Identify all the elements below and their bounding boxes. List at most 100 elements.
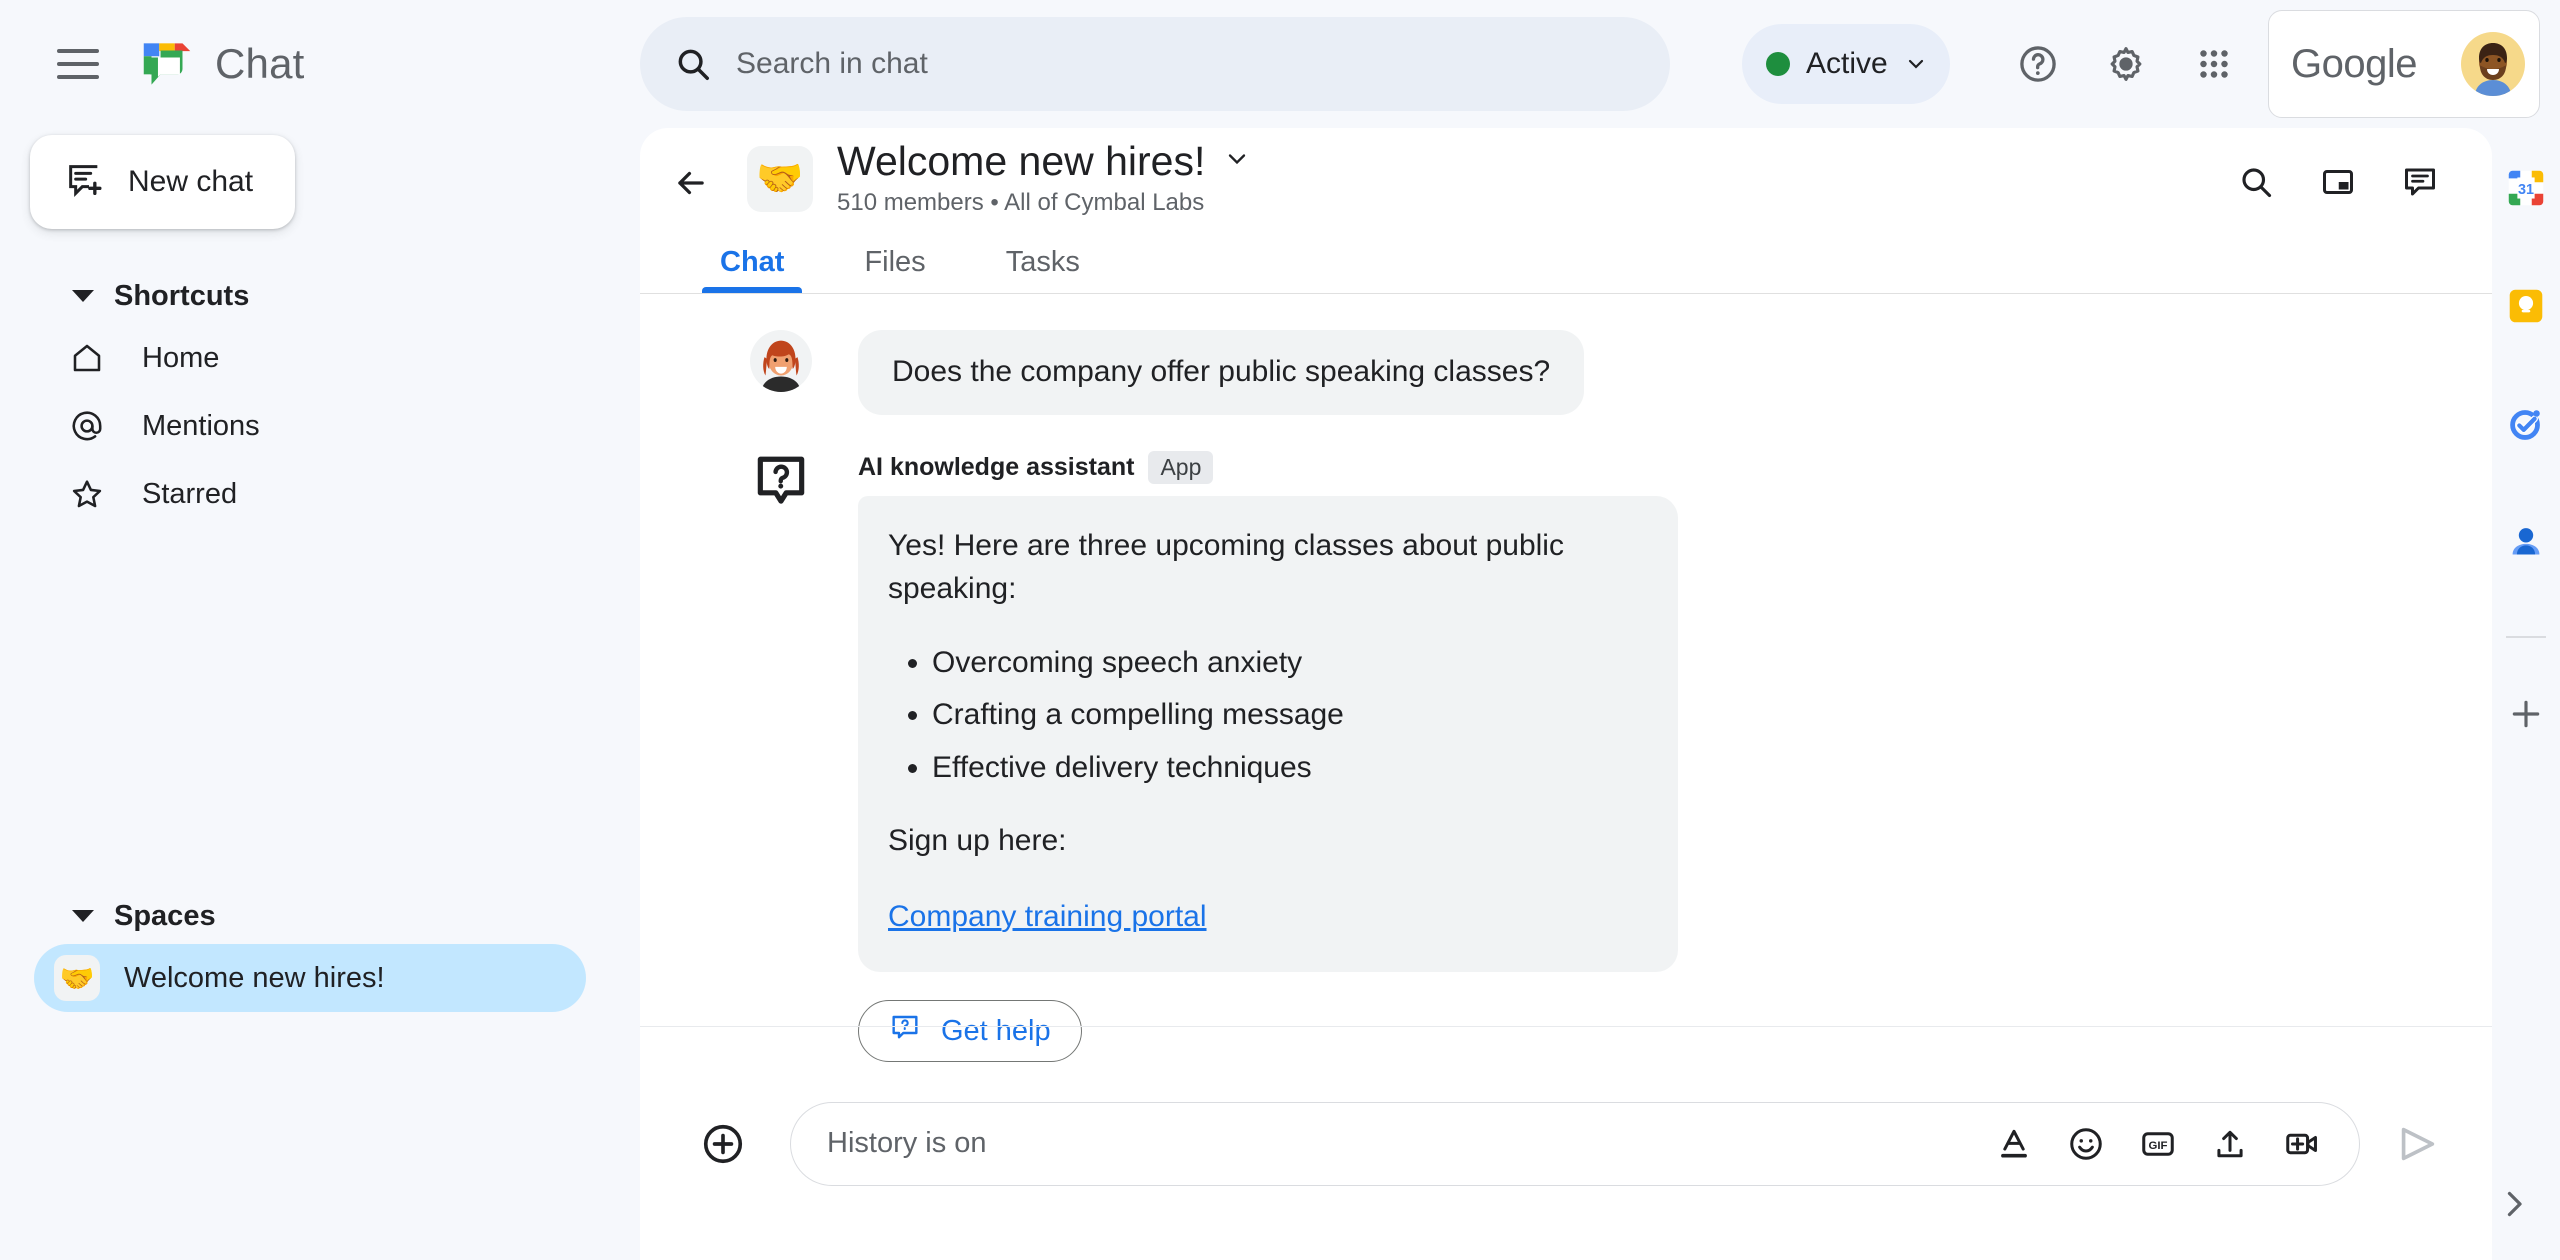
search-in-conversation-icon[interactable] [2222,148,2290,216]
chevron-down-icon[interactable] [1223,145,1251,178]
app-badge: App [1148,450,1214,484]
google-chat-app: Chat Active [0,0,2560,1260]
conversation-actions [2222,148,2454,216]
sidebar-item-home[interactable]: Home [0,324,620,392]
header-titles: Welcome new hires! 510 members • All of … [837,138,1251,217]
handshake-emoji-icon: 🤝 [54,955,100,1001]
add-video-icon[interactable] [2277,1119,2327,1169]
back-arrow-icon[interactable] [660,152,722,214]
message-user: Does the company offer public speaking c… [640,330,2492,415]
chevron-down-icon [72,290,94,302]
sidebar-item-label: Starred [142,477,238,510]
signup-text: Sign up here: [888,824,1067,857]
page-title: Welcome new hires! [837,138,1206,184]
status-label: Active [1806,47,1888,80]
list-item: Crafting a compelling message [932,693,1642,737]
new-chat-label: New chat [128,165,254,198]
top-bar: Chat Active [0,0,2560,128]
message-input[interactable] [827,1127,1989,1160]
settings-gear-icon[interactable] [2090,28,2162,100]
account-card[interactable]: Google [2268,10,2540,118]
spaces-title: Spaces [114,899,216,932]
conversation-header: 🤝 Welcome new hires! 510 members • All o… [640,128,2492,232]
message-composer[interactable]: GIF [790,1101,2360,1186]
star-icon [68,475,106,513]
emoji-icon[interactable] [2061,1119,2111,1169]
google-wordmark: Google [2291,41,2417,86]
brand-name: Chat [215,40,305,87]
tab-chat[interactable]: Chat [690,231,814,293]
avatar [750,330,812,392]
expand-panel-chevron-right-icon[interactable] [2482,1172,2546,1236]
sidebar-item-label: Mentions [142,409,260,442]
plus-circle-icon[interactable] [692,1113,754,1175]
composer-area: GIF [640,1026,2492,1260]
chevron-down-icon [1904,52,1928,76]
sidebar-space-welcome-new-hires[interactable]: 🤝 Welcome new hires! [34,944,586,1012]
tab-tasks[interactable]: Tasks [976,231,1110,293]
message-text: Does the company offer public speaking c… [858,330,1585,415]
apps-grid-icon[interactable] [2178,28,2250,100]
upload-file-icon[interactable] [2205,1119,2255,1169]
sidebar-item-mentions[interactable]: Mentions [0,392,620,460]
app-message-intro: Yes! Here are three upcoming classes abo… [888,528,1564,606]
list-item: Effective delivery techniques [932,746,1642,790]
svg-text:GIF: GIF [2149,1140,2168,1152]
new-chat-icon [64,160,104,205]
conversation-tabs: Chat Files Tasks [640,232,2492,294]
search-icon [674,45,712,83]
tab-files[interactable]: Files [834,231,955,293]
space-label: Welcome new hires! [124,961,385,994]
help-icon[interactable] [2002,28,2074,100]
tab-label: Tasks [1005,245,1080,278]
google-chat-logo-icon [136,33,198,95]
main-menu-icon[interactable] [38,24,118,104]
space-title-row[interactable]: Welcome new hires! [837,138,1251,185]
question-mark-bubble-icon [750,451,812,1063]
at-mention-icon [68,407,106,445]
app-sender-name: AI knowledge assistant [858,452,1135,481]
app-message-body: AI knowledge assistant App Yes! Here are… [858,450,1678,1062]
chevron-down-icon [72,910,94,922]
composer-tools: GIF [1989,1119,2327,1169]
sidebar-item-label: Home [142,341,220,374]
shortcuts-title: Shortcuts [114,279,250,312]
svg-text:31: 31 [2518,182,2534,198]
status-pill[interactable]: Active [1742,24,1950,104]
company-training-portal-link[interactable]: Company training portal [888,895,1207,939]
sidebar: New chat Shortcuts Home Mentions Starred… [0,128,620,1260]
gif-icon[interactable]: GIF [2133,1119,2183,1169]
message-list: Does the company offer public speaking c… [640,294,2492,1062]
picture-in-picture-icon[interactable] [2304,148,2372,216]
home-icon [68,339,106,377]
threads-panel-icon[interactable] [2386,148,2454,216]
list-item: Overcoming speech anxiety [932,641,1642,685]
status-dot [1766,52,1790,76]
spaces-section-header[interactable]: Spaces [0,888,620,944]
avatar[interactable] [2461,32,2525,96]
sidebar-item-starred[interactable]: Starred [0,460,620,528]
rail-divider [2506,636,2546,638]
tab-label: Chat [720,245,785,278]
add-apps-icon[interactable] [2502,690,2550,738]
app-sender-row: AI knowledge assistant App [858,450,1678,484]
message-app: AI knowledge assistant App Yes! Here are… [640,450,2492,1063]
search-bar[interactable] [640,17,1670,111]
google-keep-icon[interactable] [2502,282,2550,330]
search-input[interactable] [736,47,1636,81]
send-icon[interactable] [2386,1113,2448,1175]
google-tasks-icon[interactable] [2502,400,2550,448]
google-contacts-icon[interactable] [2502,518,2550,566]
space-emoji: 🤝 [747,146,813,212]
conversation-panel: 🤝 Welcome new hires! 510 members • All o… [640,128,2492,1260]
class-list: Overcoming speech anxiety Crafting a com… [932,641,1642,790]
new-chat-button[interactable]: New chat [30,135,295,229]
shortcuts-section-header[interactable]: Shortcuts [0,268,620,324]
app-message-bubble: Yes! Here are three upcoming classes abo… [858,495,1678,972]
tab-label: Files [864,245,926,278]
google-calendar-icon[interactable]: 31 [2502,164,2550,212]
format-text-icon[interactable] [1989,1119,2039,1169]
side-apps-rail: 31 [2492,128,2560,1260]
brand: Chat [136,33,305,95]
space-subtitle: 510 members • All of Cymbal Labs [837,189,1205,216]
